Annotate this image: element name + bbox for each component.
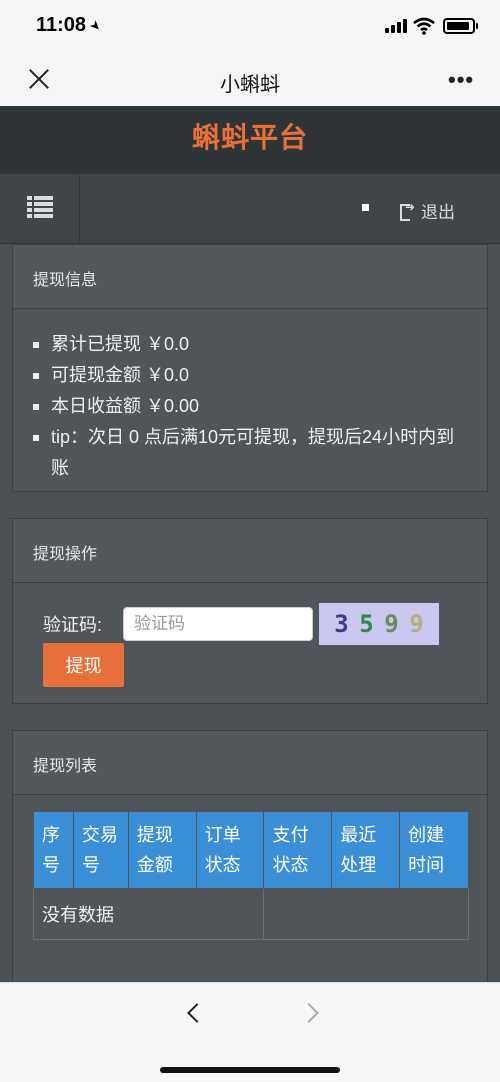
- logout-link[interactable]: 退出: [400, 198, 455, 223]
- column-header[interactable]: 序号: [33, 811, 74, 889]
- captcha-input[interactable]: [123, 607, 313, 641]
- list-item: 本日收益额 ￥0.00: [33, 391, 467, 422]
- table-header-row: 序号 交易号 提现金额 订单状态 支付状态 最近处理 创建时间: [33, 811, 469, 889]
- back-icon[interactable]: [187, 1003, 207, 1023]
- withdraw-info-panel: 提现信息 累计已提现 ￥0.0 可提现金额 ￥0.0 本日收益额 ￥0.00 t…: [12, 244, 488, 492]
- column-header[interactable]: 交易号: [72, 811, 129, 889]
- square-icon[interactable]: [362, 204, 369, 211]
- list-item: tip：次日 0 点后满10元可提现，提现后24小时内到账: [33, 422, 467, 484]
- withdraw-table: 序号 交易号 提现金额 订单状态 支付状态 最近处理 创建时间 没有数据: [32, 811, 469, 940]
- location-arrow-icon: ➤: [86, 16, 105, 35]
- empty-cell: [263, 888, 469, 940]
- captcha-digit: 3: [334, 610, 349, 638]
- withdraw-table-wrapper: 序号 交易号 提现金额 订单状态 支付状态 最近处理 创建时间 没有数据: [32, 811, 469, 940]
- page-title: 小蝌蚪: [220, 74, 280, 96]
- brand-logo[interactable]: 蝌蚪平台: [0, 116, 500, 156]
- withdraw-action-panel: 提现操作 验证码: 3 5 9 9 提现: [12, 518, 488, 704]
- captcha-digit: 9: [384, 610, 399, 638]
- wifi-icon: [413, 17, 435, 35]
- forward-icon[interactable]: [299, 1003, 319, 1023]
- signal-icon: [385, 19, 407, 33]
- column-header[interactable]: 创建时间: [399, 811, 469, 889]
- browser-bottom-bar: [0, 982, 500, 1082]
- browser-nav-bar: 小蝌蚪 •••: [0, 54, 500, 106]
- column-header[interactable]: 订单状态: [195, 811, 265, 889]
- info-list: 累计已提现 ￥0.0 可提现金额 ￥0.0 本日收益额 ￥0.00 tip：次日…: [13, 309, 487, 484]
- menu-toggle-button[interactable]: [0, 174, 80, 244]
- captcha-digit: 5: [359, 610, 374, 638]
- toolbar: 退出: [0, 174, 500, 244]
- panel-heading: 提现列表: [13, 731, 487, 795]
- status-time: 11:08: [36, 14, 87, 36]
- withdraw-button[interactable]: 提现: [43, 643, 124, 687]
- list-item: 累计已提现 ￥0.0: [33, 329, 467, 360]
- list-icon: [27, 196, 53, 218]
- column-header[interactable]: 提现金额: [127, 811, 197, 889]
- more-icon[interactable]: •••: [448, 67, 474, 93]
- panel-heading: 提现操作: [13, 519, 487, 583]
- site-header: 蝌蚪平台: [0, 106, 500, 174]
- empty-message: 没有数据: [32, 888, 265, 940]
- column-header[interactable]: 支付状态: [263, 811, 333, 889]
- list-item: 可提现金额 ￥0.0: [33, 360, 467, 391]
- captcha-digit: 9: [409, 610, 424, 638]
- captcha-label: 验证码:: [43, 615, 103, 635]
- status-bar: 11:08 ➤: [0, 0, 500, 54]
- withdraw-list-panel: 提现列表 序号 交易号 提现金额 订单状态 支付状态 最近处理 创建时间 没有数…: [12, 730, 488, 992]
- captcha-row: 验证码: 3 5 9 9: [43, 603, 439, 645]
- logout-label: 退出: [421, 203, 455, 222]
- captcha-image[interactable]: 3 5 9 9: [319, 603, 439, 645]
- sign-out-icon: [400, 200, 415, 221]
- panel-heading: 提现信息: [13, 245, 487, 309]
- home-indicator: [160, 1067, 340, 1073]
- table-row: 没有数据: [32, 888, 469, 940]
- column-header[interactable]: 最近处理: [331, 811, 401, 889]
- battery-icon: [443, 18, 478, 34]
